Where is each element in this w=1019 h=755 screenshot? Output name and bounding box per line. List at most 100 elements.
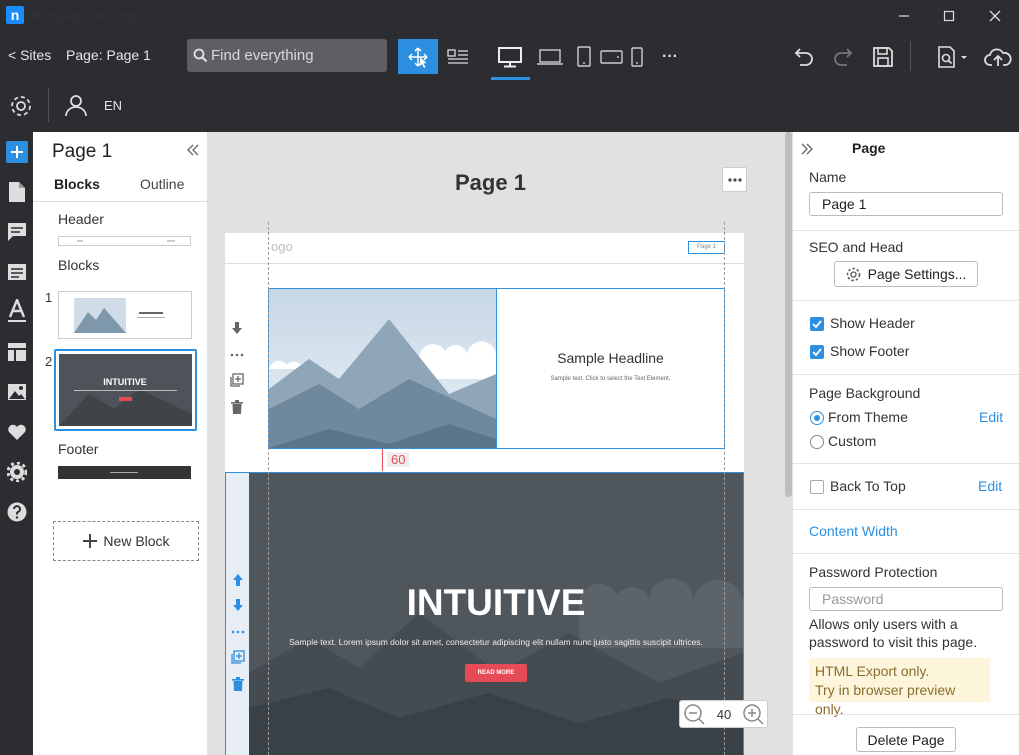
typography-button[interactable] [6, 299, 28, 322]
content-width-link[interactable]: Content Width [809, 523, 898, 539]
page-name-input[interactable] [809, 192, 1003, 216]
block-thumbnail-2-selected[interactable]: INTUITIVE [54, 349, 197, 431]
sites-back-link[interactable]: < Sites [8, 47, 51, 63]
tab-outline[interactable]: Outline [140, 176, 184, 192]
block-1-headline[interactable]: Sample Headline [497, 350, 724, 366]
block-2-more-button[interactable] [231, 630, 245, 634]
password-help-text: Allows only users with a password to vis… [809, 616, 978, 650]
page-settings-button[interactable]: Page Settings... [834, 261, 978, 287]
trash-icon [232, 677, 244, 691]
gear-icon [846, 267, 860, 281]
comments-button[interactable] [6, 221, 28, 243]
panel-toggle-button[interactable] [445, 39, 471, 74]
block-thumbnail-1[interactable] [58, 291, 192, 339]
ellipsis-icon [231, 630, 245, 634]
preview-button[interactable] [934, 39, 972, 74]
search-box[interactable] [187, 39, 387, 72]
spacing-value-label: 60 [387, 452, 410, 467]
device-laptop-button[interactable] [535, 39, 565, 74]
duplicate-icon [230, 373, 244, 387]
more-devices-button[interactable]: ··· [656, 39, 684, 74]
window-title: Nicepage Desktop [31, 8, 138, 23]
block-1-duplicate-button[interactable] [230, 373, 244, 387]
heart-icon [8, 424, 26, 440]
mountain-image[interactable] [269, 289, 496, 448]
redo-button[interactable] [830, 39, 858, 74]
tab-blocks[interactable]: Blocks [54, 176, 100, 192]
zoom-out-button[interactable] [683, 703, 705, 725]
header-logo[interactable]: ogo [271, 239, 293, 254]
desktop-icon [498, 46, 522, 67]
block-2-delete-button[interactable] [232, 677, 244, 691]
new-block-button[interactable]: New Block [53, 521, 199, 561]
device-desktop-button[interactable] [490, 39, 530, 74]
add-element-button[interactable] [6, 141, 28, 163]
block-2-move-down-button[interactable] [231, 598, 245, 612]
block-2-headline[interactable]: INTUITIVE [249, 582, 743, 624]
header-menu-item[interactable]: Page 1 [688, 241, 725, 254]
custom-background-radio[interactable] [810, 435, 824, 449]
show-header-checkbox[interactable] [810, 317, 824, 331]
phone-icon [631, 46, 643, 67]
double-chevron-left-icon [187, 144, 199, 156]
device-tablet-button[interactable] [573, 39, 595, 74]
maximize-button[interactable] [926, 0, 972, 31]
save-button[interactable] [869, 39, 897, 74]
block-1-delete-button[interactable] [231, 400, 243, 414]
device-tablet-landscape-button[interactable] [599, 39, 625, 74]
blog-button[interactable] [6, 261, 28, 283]
favorites-button[interactable] [6, 421, 28, 443]
minimize-button[interactable] [881, 0, 927, 31]
page-header-section[interactable] [225, 233, 744, 264]
background-edit-link[interactable]: Edit [979, 409, 1003, 425]
block-1-column-divider [496, 289, 497, 448]
block-1-thumb-image [74, 298, 126, 333]
page-options-button[interactable] [722, 167, 747, 192]
block-1-text[interactable]: Sample text. Click to select the Text El… [497, 376, 724, 382]
blog-icon [8, 264, 26, 280]
select-tool-button[interactable] [398, 39, 438, 74]
secondary-toolbar [0, 80, 1019, 132]
expand-panel-button[interactable] [801, 143, 813, 155]
search-input[interactable] [211, 39, 381, 72]
block-2-text[interactable]: Sample text. Lorem ipsum dolor sit amet,… [249, 637, 743, 647]
block-1-move-down-button[interactable] [230, 321, 244, 335]
arrow-up-icon [233, 574, 243, 586]
show-footer-checkbox[interactable] [810, 345, 824, 359]
pages-button[interactable] [6, 181, 28, 203]
back-to-top-label: Back To Top [830, 478, 906, 494]
block-2-duplicate-button[interactable] [231, 650, 245, 664]
publish-button[interactable] [983, 39, 1013, 74]
canvas-scroll-thumb[interactable] [785, 132, 792, 497]
footer-thumbnail[interactable] [58, 466, 191, 479]
images-button[interactable] [6, 381, 28, 403]
from-theme-radio[interactable] [810, 411, 824, 425]
language-selector[interactable]: EN [104, 98, 122, 113]
back-to-top-checkbox[interactable] [810, 480, 824, 494]
delete-page-button[interactable]: Delete Page [856, 727, 956, 752]
plus-icon [11, 146, 23, 158]
settings-button[interactable] [6, 461, 28, 483]
block-2-move-up-button[interactable] [231, 573, 245, 587]
grid-guide-right [724, 222, 725, 755]
check-icon [812, 348, 822, 357]
section-divider [793, 553, 1019, 554]
blocks-section-label: Blocks [58, 257, 100, 273]
back-to-top-edit-link[interactable]: Edit [978, 478, 1002, 494]
device-phone-button[interactable] [628, 39, 646, 74]
user-icon [65, 95, 87, 117]
collapse-panel-button[interactable] [187, 144, 199, 156]
header-thumbnail[interactable] [58, 236, 191, 246]
account-button[interactable] [64, 93, 88, 117]
layout-button[interactable] [6, 341, 28, 363]
password-input[interactable] [809, 587, 1003, 611]
close-button[interactable] [972, 0, 1018, 31]
help-button[interactable] [6, 501, 28, 523]
undo-button[interactable] [789, 39, 817, 74]
seo-label: SEO and Head [809, 239, 904, 255]
page-breadcrumb[interactable]: Page: Page 1 [66, 47, 151, 63]
block-1-more-button[interactable] [230, 353, 244, 357]
read-more-button[interactable]: READ MORE [465, 664, 527, 682]
site-settings-button[interactable] [9, 94, 33, 118]
zoom-in-button[interactable] [742, 703, 764, 725]
